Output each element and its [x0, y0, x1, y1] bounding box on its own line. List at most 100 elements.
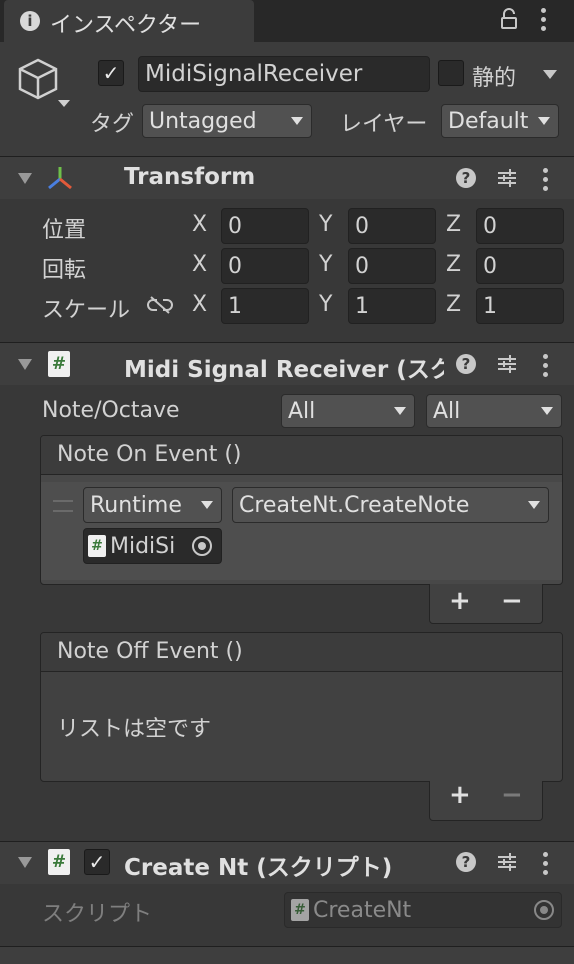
script-hash-icon: #: [88, 535, 106, 557]
object-picker-icon: [534, 900, 554, 920]
chevron-down-icon: [394, 407, 406, 415]
transform-title: Transform: [124, 164, 256, 190]
tab-menu-icon[interactable]: [540, 8, 546, 35]
octave-value: All: [433, 398, 461, 424]
chevron-down-icon: [201, 501, 213, 509]
script-label: スクリプト: [42, 902, 153, 927]
remove-icon[interactable]: −: [501, 586, 523, 616]
tag-label: タグ: [90, 112, 135, 137]
tag-value: Untagged: [149, 108, 257, 134]
tab-inspector[interactable]: i インスペクター: [4, 0, 254, 42]
note-on-footer: [429, 584, 543, 624]
layer-label: レイヤー: [340, 112, 428, 137]
chevron-down-icon: [538, 117, 550, 125]
drag-handle-icon[interactable]: [53, 500, 73, 512]
empty-list-text: リストは空です: [57, 717, 212, 742]
lock-icon[interactable]: [500, 8, 518, 30]
info-icon: i: [20, 11, 40, 31]
bottom-area: [0, 947, 574, 964]
rotation-z-value: 0: [483, 253, 497, 279]
component-menu-icon[interactable]: [542, 852, 548, 879]
object-active-checkbox[interactable]: ✓: [98, 60, 124, 86]
static-label: 静的: [472, 66, 517, 91]
runtime-value: Runtime: [90, 492, 182, 518]
help-icon[interactable]: ?: [456, 168, 476, 188]
note-on-event-title: Note On Event (): [57, 442, 242, 467]
component-menu-icon[interactable]: [542, 168, 548, 195]
gameobject-cube-icon[interactable]: [16, 56, 72, 112]
object-picker-icon[interactable]: [192, 536, 212, 556]
position-z-field[interactable]: 0: [476, 208, 564, 244]
scale-x-value: 1: [228, 293, 242, 319]
scale-label: スケール: [42, 298, 131, 323]
static-dropdown-arrow-icon[interactable]: [543, 70, 557, 79]
settings-sliders-icon[interactable]: [496, 167, 518, 189]
settings-sliders-icon[interactable]: [496, 353, 518, 375]
note-value: All: [288, 398, 316, 424]
object-reference-value: MidiSi: [110, 533, 176, 559]
rotation-z-field[interactable]: 0: [476, 248, 564, 284]
runtime-dropdown[interactable]: Runtime: [83, 487, 222, 523]
note-off-event-box: Note Off Event () リストは空です: [40, 632, 563, 782]
octave-dropdown[interactable]: All: [426, 394, 562, 428]
layer-value: Default: [448, 108, 529, 134]
transform-header[interactable]: [0, 157, 574, 199]
position-y-field[interactable]: 0: [348, 208, 436, 244]
object-name-field[interactable]: MidiSignalReceiver: [138, 56, 430, 92]
settings-sliders-icon[interactable]: [496, 851, 518, 873]
component-menu-icon[interactable]: [542, 354, 548, 381]
position-x-value: 0: [228, 213, 242, 239]
help-icon[interactable]: ?: [456, 354, 476, 374]
position-z-value: 0: [483, 213, 497, 239]
remove-icon: −: [501, 780, 523, 810]
tab-title: インスペクター: [50, 13, 202, 38]
axis-x-label[interactable]: X: [192, 292, 207, 317]
scale-y-value: 1: [355, 293, 369, 319]
axis-x-label[interactable]: X: [192, 212, 207, 237]
foldout-icon[interactable]: [18, 359, 32, 370]
script-hash-icon: #: [291, 899, 309, 921]
rotation-y-field[interactable]: 0: [348, 248, 436, 284]
position-label: 位置: [42, 218, 87, 243]
axis-y-label[interactable]: Y: [319, 292, 332, 317]
transform-axis-icon: [46, 164, 74, 192]
add-icon[interactable]: +: [449, 780, 471, 810]
layer-dropdown[interactable]: Default: [441, 104, 559, 138]
note-octave-label: Note/Octave: [42, 398, 180, 423]
note-off-event-title: Note Off Event (): [57, 639, 243, 664]
help-icon[interactable]: ?: [456, 852, 476, 872]
rotation-y-value: 0: [355, 253, 369, 279]
tag-dropdown[interactable]: Untagged: [142, 104, 312, 138]
scale-x-field[interactable]: 1: [221, 288, 309, 324]
axis-x-label[interactable]: X: [192, 252, 207, 277]
note-off-footer: [429, 781, 543, 821]
static-checkbox[interactable]: [438, 60, 464, 86]
foldout-icon[interactable]: [18, 173, 32, 184]
axis-z-label[interactable]: Z: [446, 212, 461, 237]
axis-z-label[interactable]: Z: [446, 292, 461, 317]
rotation-x-value: 0: [228, 253, 242, 279]
rotation-label: 回転: [42, 258, 87, 283]
script-hash-icon: #: [48, 849, 70, 875]
foldout-icon[interactable]: [18, 857, 32, 868]
script-hash-icon: #: [48, 351, 70, 377]
axis-z-label[interactable]: Z: [446, 252, 461, 277]
object-name-text: MidiSignalReceiver: [145, 61, 363, 87]
function-dropdown[interactable]: CreateNt.CreateNote: [232, 487, 549, 523]
unlinked-scale-icon[interactable]: [147, 295, 173, 315]
rotation-x-field[interactable]: 0: [221, 248, 309, 284]
component-enabled-checkbox[interactable]: ✓: [84, 849, 110, 875]
axis-y-label[interactable]: Y: [319, 252, 332, 277]
scale-y-field[interactable]: 1: [348, 288, 436, 324]
note-dropdown[interactable]: All: [281, 394, 415, 428]
create-nt-title: Create Nt (スクリプト): [124, 855, 393, 881]
script-reference-value: CreateNt: [313, 897, 412, 923]
add-icon[interactable]: +: [449, 586, 471, 616]
position-x-field[interactable]: 0: [221, 208, 309, 244]
script-reference-field: # CreateNt: [284, 892, 562, 928]
scale-z-field[interactable]: 1: [476, 288, 564, 324]
scale-z-value: 1: [483, 293, 497, 319]
chevron-down-icon: [541, 407, 553, 415]
axis-y-label[interactable]: Y: [319, 212, 332, 237]
position-y-value: 0: [355, 213, 369, 239]
